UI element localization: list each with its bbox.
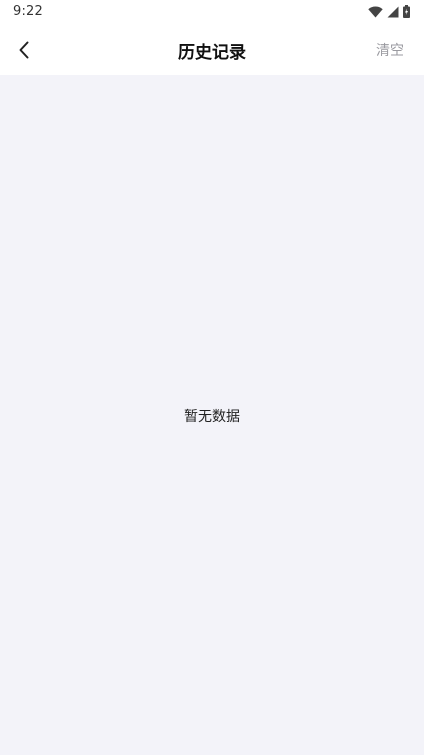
clear-button[interactable]: 清空 [376,40,404,60]
empty-state-message: 暂无数据 [184,409,240,425]
status-bar: 9:22 [0,0,424,26]
page-title: 历史记录 [178,43,246,63]
battery-icon [403,5,410,18]
app-bar: 历史记录 清空 [0,26,424,75]
status-icons [368,5,410,18]
wifi-icon [368,6,383,17]
cellular-signal-icon [387,6,399,17]
history-list-area: 暂无数据 [0,75,424,755]
status-time: 9:22 [13,4,43,19]
